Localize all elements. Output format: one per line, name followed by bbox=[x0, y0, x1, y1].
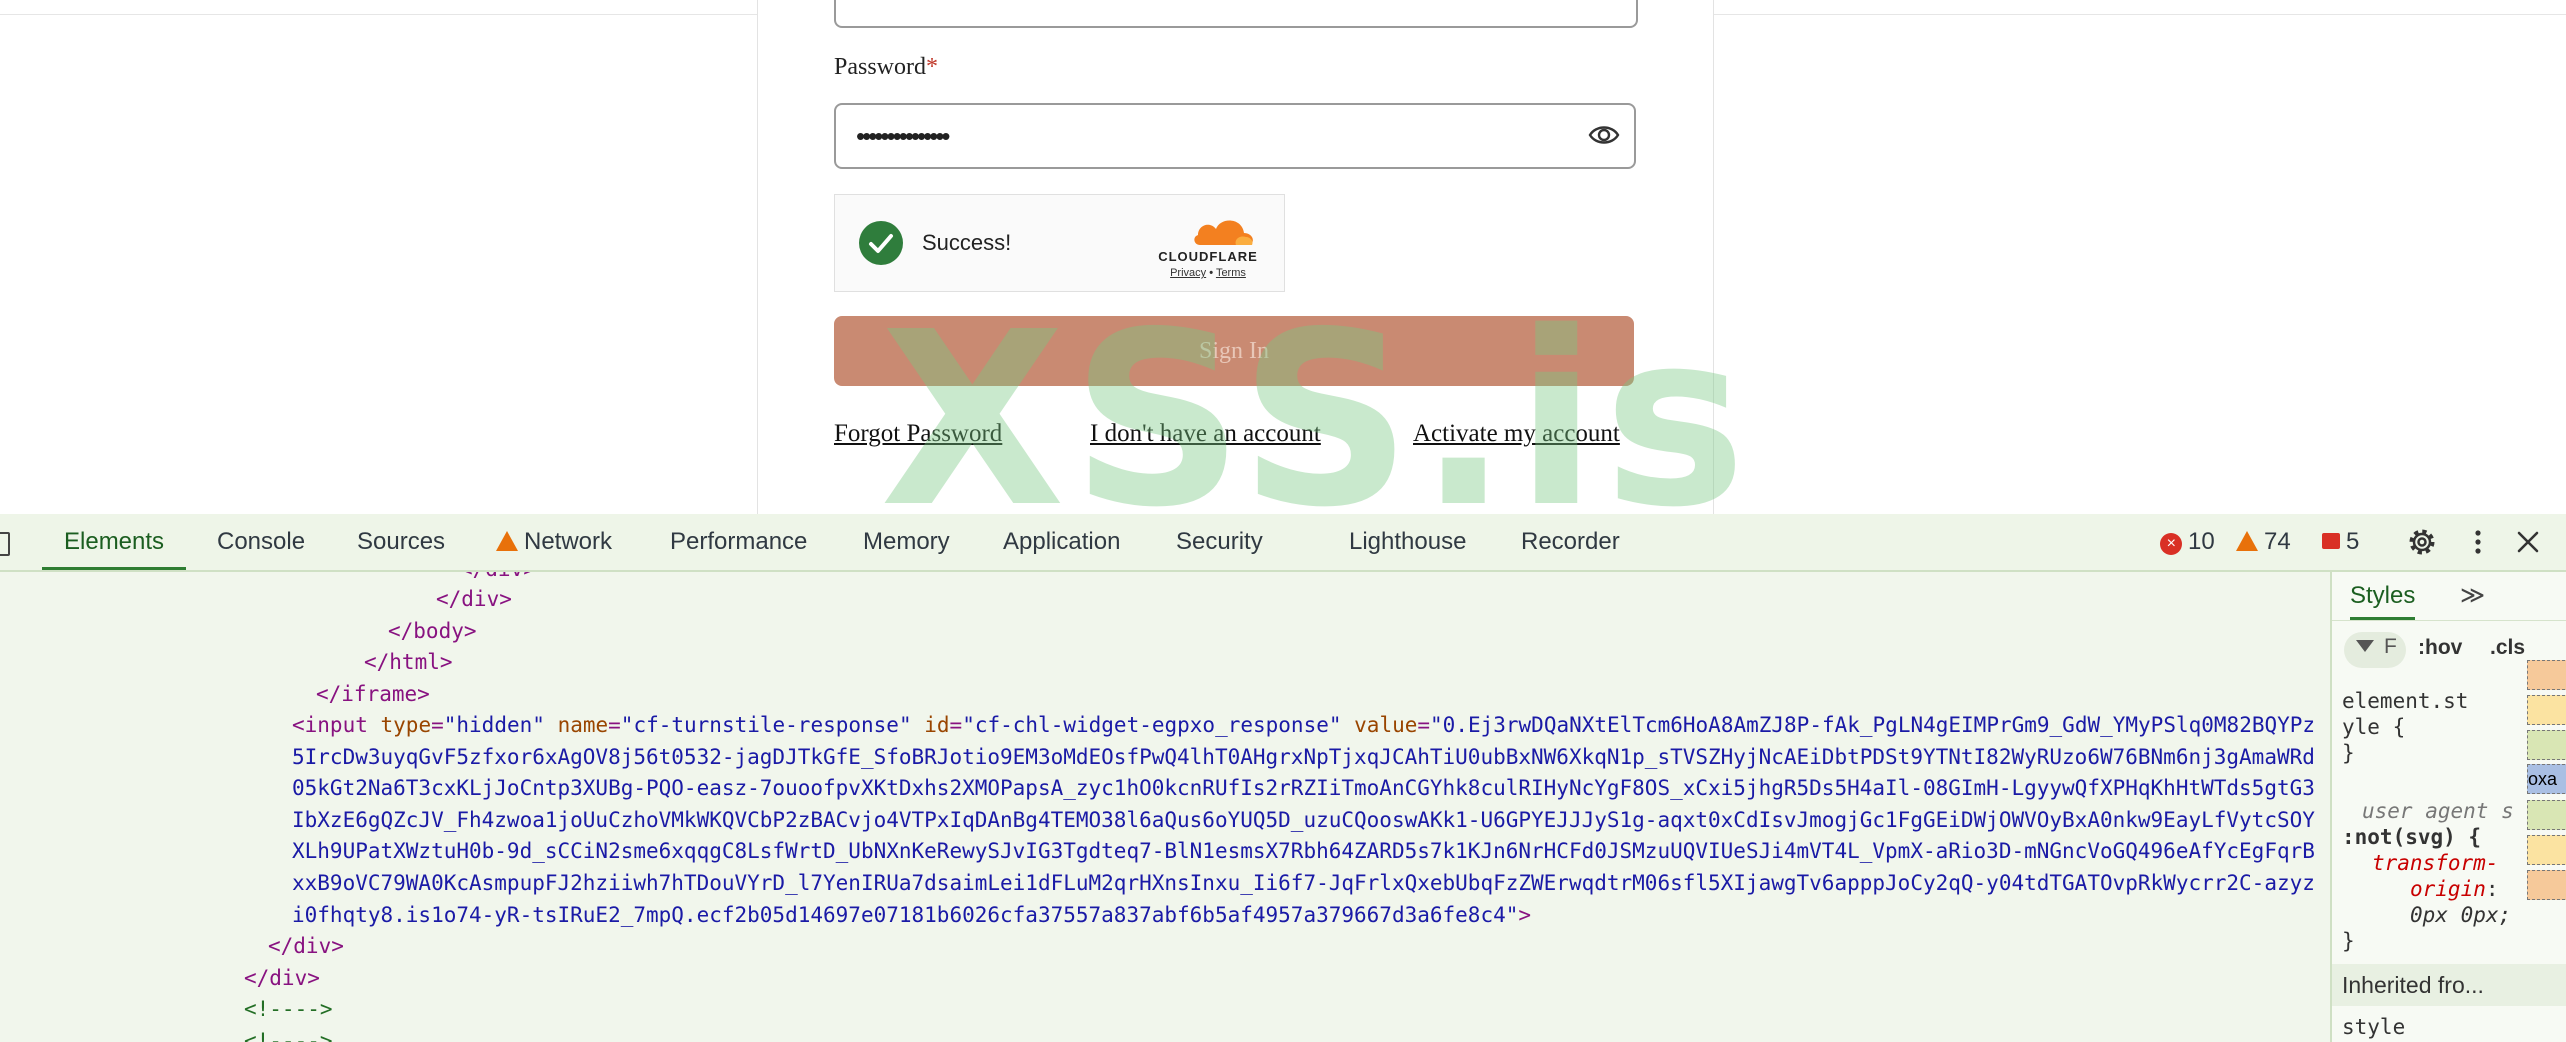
forgot-password-link[interactable]: Forgot Password bbox=[834, 420, 1002, 448]
warning-counter[interactable]: 74 bbox=[2236, 514, 2291, 570]
password-value: ••••••••••••••• bbox=[856, 121, 951, 151]
cloudflare-wordmark: CLOUDFLARE bbox=[1158, 249, 1258, 264]
tab-lighthouse[interactable]: Lighthouse bbox=[1349, 514, 1466, 570]
password-label: Password* bbox=[834, 54, 939, 80]
tab-network[interactable]: Network bbox=[496, 514, 612, 570]
cloudflare-turnstile-widget[interactable]: Success! CLOUDFLARE Privacy • Terms bbox=[834, 194, 1285, 292]
tab-sources[interactable]: Sources bbox=[357, 514, 445, 570]
previous-input-field[interactable] bbox=[834, 0, 1638, 28]
styles-filter-input[interactable]: F bbox=[2344, 632, 2406, 668]
dom-node[interactable]: </div> bbox=[244, 963, 320, 995]
eye-icon[interactable] bbox=[1588, 119, 1620, 151]
warning-icon bbox=[496, 531, 518, 551]
dock-side-icon[interactable] bbox=[0, 532, 10, 556]
hidden-input-node[interactable]: <input type="hidden" name="cf-turnstile-… bbox=[292, 710, 2322, 931]
warning-icon bbox=[2236, 531, 2258, 551]
inherited-style-label: style bbox=[2342, 1015, 2406, 1039]
element-style-rule[interactable]: element.st yle { } bbox=[2342, 688, 2468, 766]
class-toggle[interactable]: .cls bbox=[2490, 636, 2525, 660]
devtools-tab-bar: Elements Console Sources Network Perform… bbox=[0, 514, 2566, 572]
styles-filter-row: F :hov .cls bbox=[2344, 632, 2544, 668]
cloud-icon bbox=[1194, 220, 1253, 245]
tab-recorder[interactable]: Recorder bbox=[1521, 514, 1620, 570]
comment-node[interactable]: <!----> bbox=[244, 994, 333, 1026]
turnstile-token: "0.Ej3rwDQaNXtElTcm6HoA8AmZJ8P-fAk_PgLN4… bbox=[292, 713, 2316, 927]
styles-tab-bar: Styles ≫ bbox=[2332, 572, 2566, 621]
login-page: Password* ••••••••••••••• Success! CLOUD… bbox=[0, 0, 2566, 514]
box-model-preview: oxa bbox=[2527, 630, 2566, 1042]
password-input[interactable]: ••••••••••••••• bbox=[834, 103, 1636, 169]
no-account-link[interactable]: I don't have an account bbox=[1090, 420, 1321, 448]
tab-security[interactable]: Security bbox=[1176, 514, 1263, 570]
captcha-status: Success! bbox=[922, 230, 1012, 255]
tab-console[interactable]: Console bbox=[217, 514, 305, 570]
dom-node[interactable]: </div> bbox=[436, 584, 512, 616]
privacy-link[interactable]: Privacy bbox=[1170, 267, 1206, 279]
issues-counter[interactable]: 5 bbox=[2322, 514, 2359, 570]
dom-node[interactable]: </body> bbox=[388, 616, 477, 648]
tab-application[interactable]: Application bbox=[1003, 514, 1120, 570]
issues-icon bbox=[2322, 533, 2340, 549]
link-separator: • bbox=[1209, 267, 1214, 279]
tab-memory[interactable]: Memory bbox=[863, 514, 950, 570]
close-icon[interactable] bbox=[2512, 526, 2544, 558]
cloudflare-logo: CLOUDFLARE Privacy • Terms bbox=[1148, 211, 1268, 281]
tab-styles[interactable]: Styles bbox=[2350, 572, 2416, 620]
sign-in-button[interactable]: Sign In bbox=[834, 316, 1634, 386]
hover-state-toggle[interactable]: :hov bbox=[2418, 636, 2462, 660]
dom-node[interactable]: </iframe> bbox=[316, 679, 430, 711]
user-agent-rule[interactable]: user agent s :not(svg) { transform- orig… bbox=[2342, 798, 2514, 954]
devtools-panel: Elements Console Sources Network Perform… bbox=[0, 514, 2566, 1042]
terms-link[interactable]: Terms bbox=[1216, 267, 1246, 279]
more-options-icon[interactable] bbox=[2462, 526, 2494, 558]
error-icon: × bbox=[2160, 533, 2182, 555]
activate-account-link[interactable]: Activate my account bbox=[1413, 420, 1620, 448]
dom-node[interactable]: </html> bbox=[364, 647, 453, 679]
more-tabs-icon[interactable]: ≫ bbox=[2460, 572, 2485, 620]
required-mark: * bbox=[926, 54, 939, 80]
success-check-icon bbox=[859, 221, 903, 265]
gear-icon[interactable] bbox=[2406, 526, 2438, 558]
dom-node[interactable]: </div> bbox=[268, 931, 344, 963]
filter-icon bbox=[2356, 640, 2374, 652]
tab-performance[interactable]: Performance bbox=[670, 514, 807, 570]
elements-tree[interactable]: </div> </div> </body> </html> </iframe> … bbox=[0, 572, 2330, 1042]
error-counter[interactable]: × 10 bbox=[2160, 514, 2215, 570]
comment-node[interactable]: <!----> bbox=[244, 1026, 333, 1042]
captcha-links: Privacy • Terms bbox=[1148, 267, 1268, 279]
styles-pane: Styles ≫ F :hov .cls element.st yle { } … bbox=[2330, 572, 2566, 1042]
tab-elements[interactable]: Elements bbox=[42, 514, 187, 570]
